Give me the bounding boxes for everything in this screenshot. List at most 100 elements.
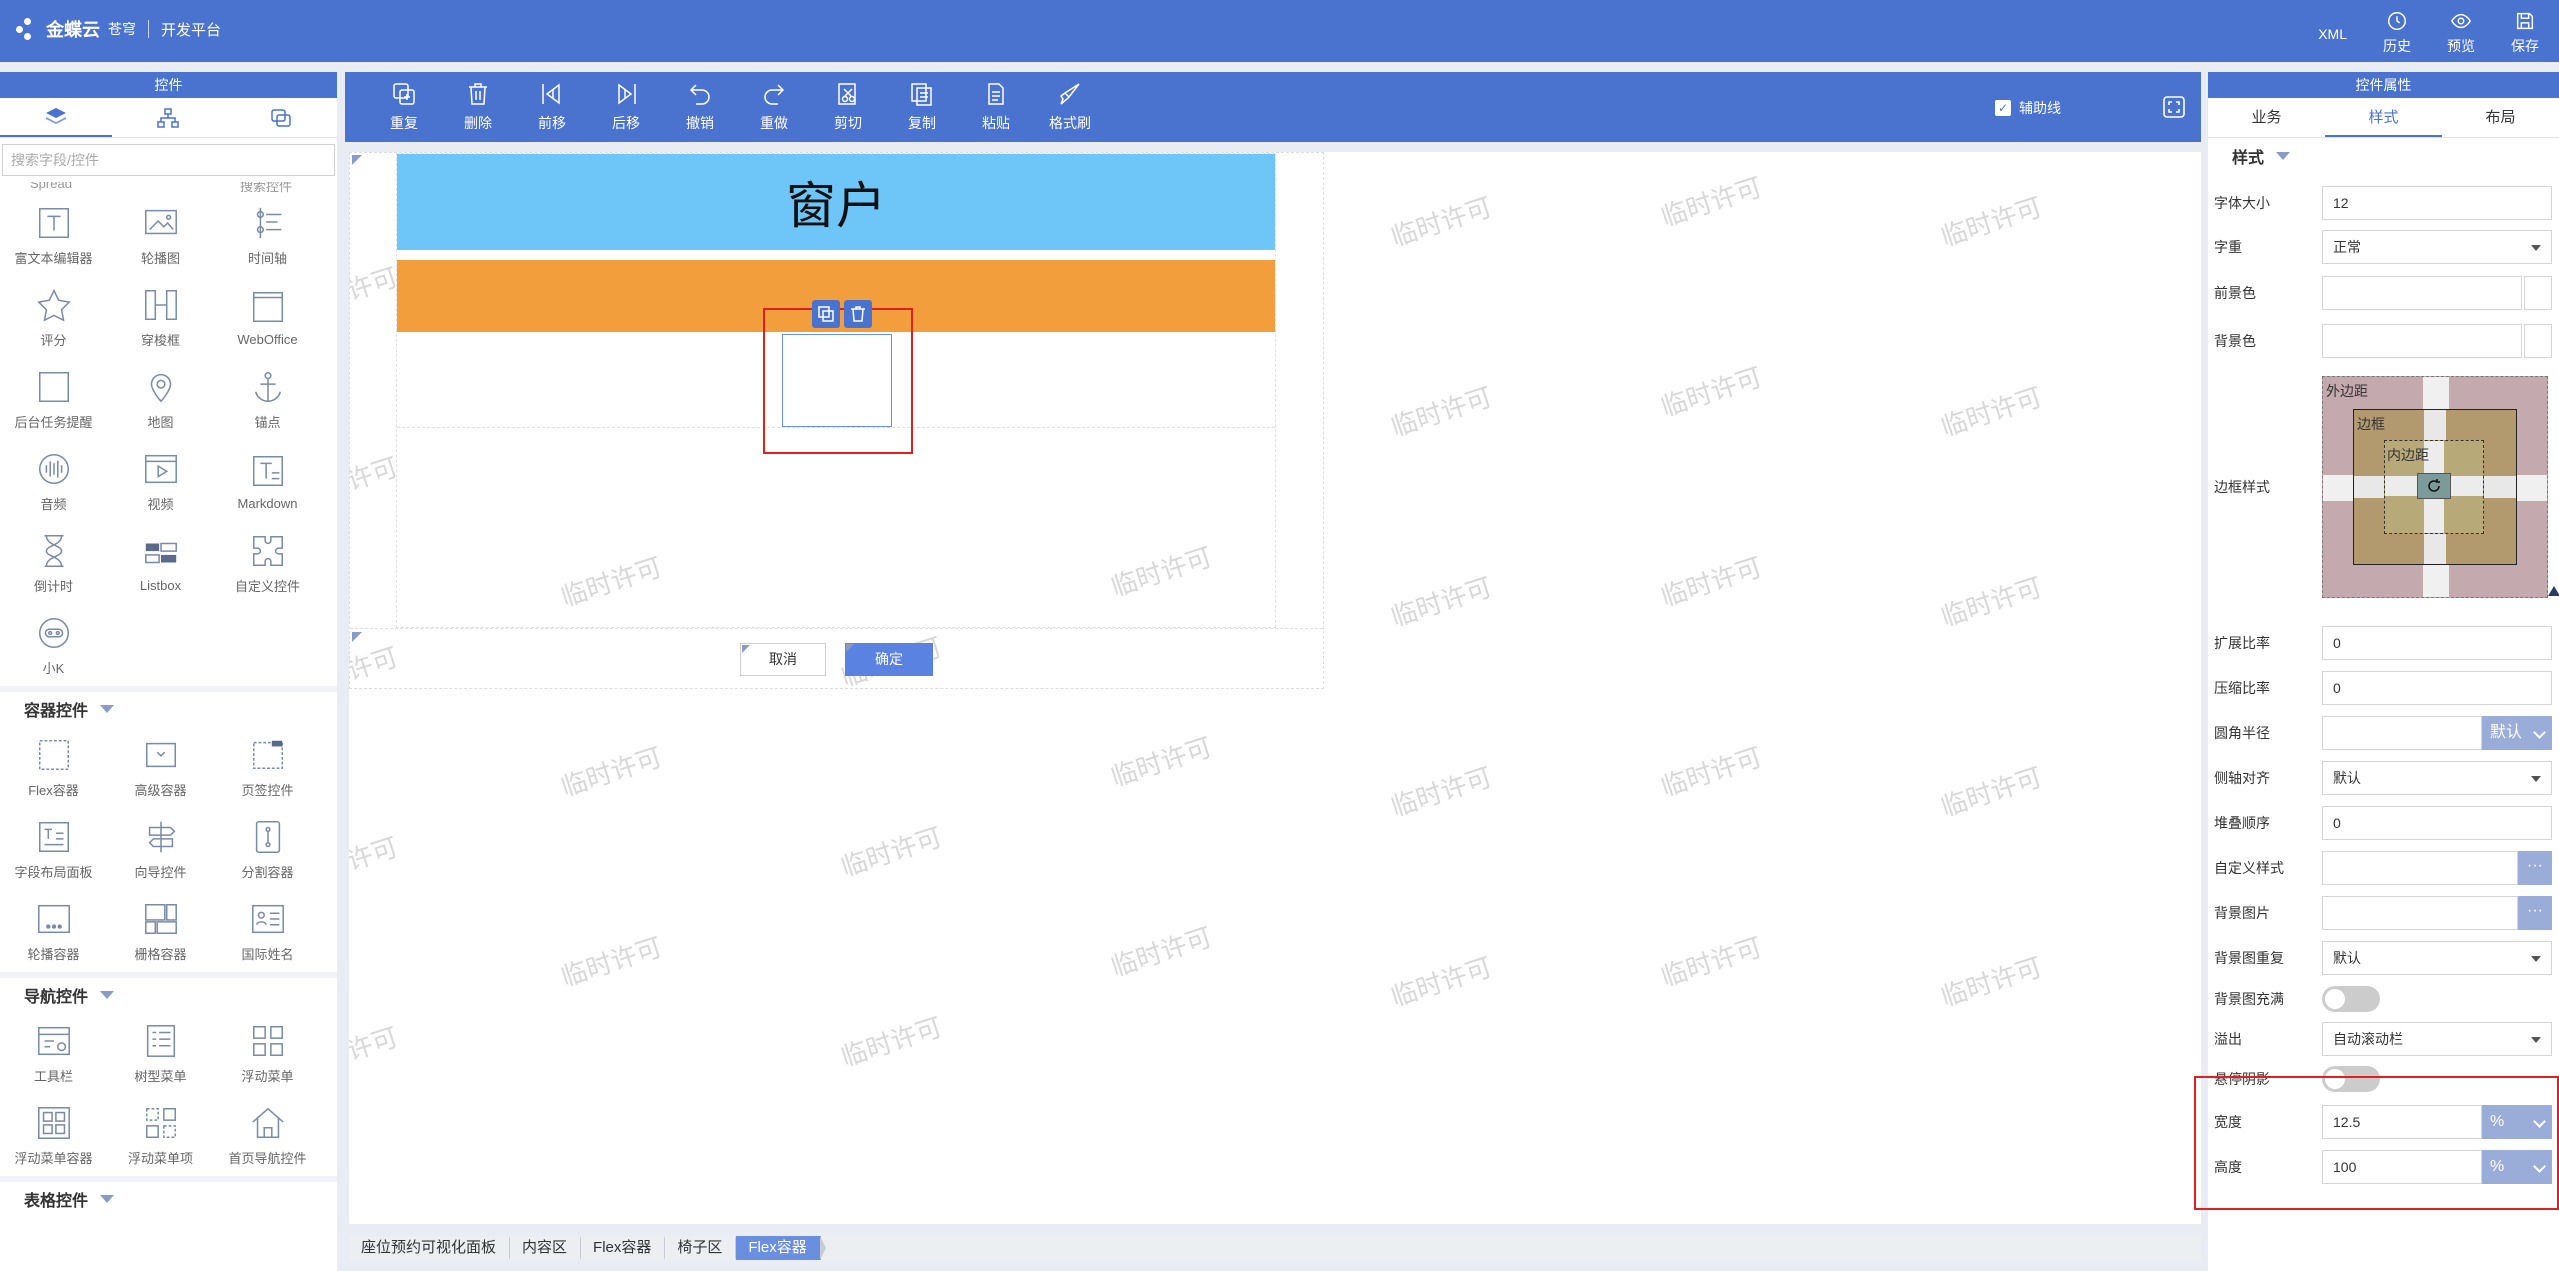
box-model-editor[interactable]: 外边距 边框 内边距 <box>2322 376 2548 598</box>
control-tree-menu[interactable]: 树型菜单 <box>107 1012 214 1094</box>
custom-style-input[interactable] <box>2322 851 2518 885</box>
selected-flex-container[interactable] <box>782 334 892 427</box>
control-task-reminder[interactable]: 后台任务提醒 <box>0 358 107 440</box>
search-input[interactable]: 搜索字段/控件 <box>2 144 335 176</box>
bg-repeat-select[interactable]: 默认 <box>2322 941 2552 975</box>
duplicate-button[interactable]: 重复 <box>367 81 441 133</box>
confirm-button[interactable]: 确定 <box>845 643 933 676</box>
guideline-checkbox[interactable]: ✓ <box>1995 100 2011 116</box>
control-split[interactable]: 分割容器 <box>214 808 321 890</box>
delete-handle[interactable] <box>844 300 872 328</box>
control-transfer[interactable]: 穿梭框 <box>107 276 214 358</box>
control-float-menu-container[interactable]: 浮动菜单容器 <box>0 1094 107 1176</box>
bg-image-more-button[interactable]: ··· <box>2518 896 2552 930</box>
control-carousel-container[interactable]: 轮播容器 <box>0 890 107 972</box>
control-toolbar[interactable]: 工具栏 <box>0 1012 107 1094</box>
bg-color-picker[interactable] <box>2524 324 2552 358</box>
control-wizard[interactable]: 向导控件 <box>107 808 214 890</box>
move-forward-button[interactable]: 前移 <box>515 81 589 133</box>
control-countdown[interactable]: 倒计时 <box>0 522 107 604</box>
delete-button[interactable]: 删除 <box>441 81 515 133</box>
form-frame[interactable]: 窗户 取消 确定 <box>349 152 1324 689</box>
control-custom[interactable]: 自定义控件 <box>214 522 321 604</box>
guideline-toggle[interactable]: ✓ 辅助线 <box>1995 98 2061 118</box>
watermark: 临时许可 <box>1657 171 1766 233</box>
control-tab-control[interactable]: 页签控件 <box>214 726 321 808</box>
reset-box-button[interactable] <box>2417 473 2451 499</box>
control-timeline[interactable]: 时间轴 <box>214 194 321 276</box>
align-self-select[interactable]: 默认 <box>2322 761 2552 795</box>
control-advanced-container[interactable]: 高级容器 <box>107 726 214 808</box>
prop-label: 圆角半径 <box>2214 725 2270 741</box>
copy-button[interactable]: 复制 <box>885 81 959 133</box>
control-audio[interactable]: 音频 <box>0 440 107 522</box>
radius-unit-select[interactable]: 默认 <box>2482 716 2552 750</box>
font-weight-select[interactable]: 正常 <box>2322 230 2552 264</box>
tab-templates[interactable] <box>225 98 337 137</box>
fg-color-picker[interactable] <box>2524 276 2552 310</box>
control-intl-name[interactable]: 国际姓名 <box>214 890 321 972</box>
breadcrumb-item-current[interactable]: Flex容器 <box>736 1236 827 1260</box>
control-home-nav[interactable]: 首页导航控件 <box>214 1094 321 1176</box>
save-button[interactable]: 保存 <box>2511 10 2539 56</box>
font-size-input[interactable]: 12 <box>2322 186 2552 220</box>
content-region[interactable]: 窗户 <box>396 153 1276 628</box>
section-container-controls[interactable]: 容器控件 <box>0 686 337 726</box>
control-weboffice[interactable]: WebOffice <box>214 276 321 358</box>
history-button[interactable]: 历史 <box>2383 10 2411 56</box>
z-index-input[interactable]: 0 <box>2322 806 2552 840</box>
control-video[interactable]: 视频 <box>107 440 214 522</box>
bg-image-input[interactable] <box>2322 896 2518 930</box>
control-flex-container[interactable]: Flex容器 <box>0 726 107 808</box>
fg-color-input[interactable] <box>2322 276 2522 310</box>
fullscreen-icon[interactable] <box>2161 94 2187 120</box>
section-table-controls[interactable]: 表格控件 <box>0 1176 337 1216</box>
tab-tree[interactable] <box>112 98 224 137</box>
bg-color-input[interactable] <box>2322 324 2522 358</box>
xml-button[interactable]: XML <box>2318 26 2347 42</box>
breadcrumb-item[interactable]: 椅子区 <box>665 1236 742 1260</box>
redo-button[interactable]: 重做 <box>737 81 811 133</box>
control-grid-container[interactable]: 栅格容器 <box>107 890 214 972</box>
border-box[interactable]: 边框 内边距 <box>2353 409 2517 565</box>
control-float-menu-item[interactable]: 浮动菜单项 <box>107 1094 214 1176</box>
control-map[interactable]: 地图 <box>107 358 214 440</box>
breadcrumb-item[interactable]: 内容区 <box>510 1236 587 1260</box>
design-canvas[interactable]: 临时许可 临时许可 临时许可 临时许可 临时许可 临时许可 临时许可 临时许可 … <box>349 152 2201 1224</box>
section-nav-controls[interactable]: 导航控件 <box>0 972 337 1012</box>
watermark: 临时许可 <box>557 741 666 803</box>
preview-button[interactable]: 预览 <box>2447 10 2475 56</box>
tab-business[interactable]: 业务 <box>2208 98 2325 137</box>
control-rating[interactable]: 评分 <box>0 276 107 358</box>
grow-input[interactable]: 0 <box>2322 626 2552 660</box>
control-carousel[interactable]: 轮播图 <box>107 194 214 276</box>
duplicate-handle[interactable] <box>812 300 840 328</box>
custom-style-more-button[interactable]: ··· <box>2518 851 2552 885</box>
undo-button[interactable]: 撤销 <box>663 81 737 133</box>
control-rich-text[interactable]: 富文本编辑器 <box>0 194 107 276</box>
padding-box[interactable]: 内边距 <box>2384 440 2484 534</box>
move-back-button[interactable]: 后移 <box>589 81 663 133</box>
control-float-menu[interactable]: 浮动菜单 <box>214 1012 321 1094</box>
shrink-input[interactable]: 0 <box>2322 671 2552 705</box>
control-field-layout[interactable]: 字段布局面板 <box>0 808 107 890</box>
control-markdown[interactable]: Markdown <box>214 440 321 522</box>
control-xiaok[interactable]: 小K <box>0 604 107 686</box>
format-brush-button[interactable]: 格式刷 <box>1033 81 1107 133</box>
cut-button[interactable]: 剪切 <box>811 81 885 133</box>
overflow-select[interactable]: 自动滚动栏 <box>2322 1022 2552 1056</box>
paste-button[interactable]: 粘贴 <box>959 81 1033 133</box>
tab-style[interactable]: 样式 <box>2325 98 2442 137</box>
style-section-header[interactable]: 样式 <box>2208 138 2559 174</box>
window-title-bar[interactable]: 窗户 <box>397 154 1275 250</box>
breadcrumb-item[interactable]: Flex容器 <box>581 1236 671 1260</box>
bg-fill-toggle[interactable] <box>2322 986 2380 1012</box>
radius-input[interactable] <box>2322 716 2482 750</box>
tab-controls[interactable] <box>0 98 113 137</box>
control-anchor[interactable]: 锚点 <box>214 358 321 440</box>
resize-triangle-icon[interactable] <box>2548 586 2559 596</box>
breadcrumb-item[interactable]: 座位预约可视化面板 <box>349 1236 516 1260</box>
cancel-button[interactable]: 取消 <box>740 643 826 676</box>
tab-layout[interactable]: 布局 <box>2442 98 2559 137</box>
control-listbox[interactable]: Listbox <box>107 522 214 604</box>
